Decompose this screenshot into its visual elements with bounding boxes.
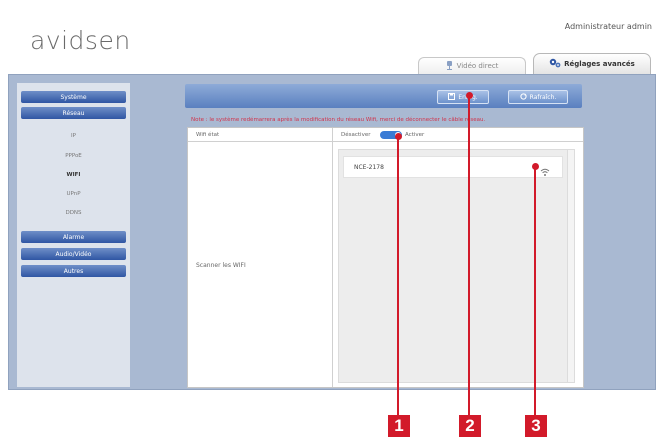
wifi-disable-option[interactable]: Désactiver xyxy=(341,132,370,138)
tab-label: Vidéo direct xyxy=(456,62,499,70)
sidebar-subitem-pppoe[interactable]: PPPoE xyxy=(17,153,130,159)
marker-1-badge: 1 xyxy=(388,415,410,437)
wifi-settings-panel: Wifi état Désactiver Activer Scanner les… xyxy=(187,127,584,388)
wifi-status-label: Wifi état xyxy=(196,132,220,138)
sidebar-subitem-ddns[interactable]: DDNS xyxy=(17,210,130,216)
tab-advanced-settings[interactable]: Réglages avancés xyxy=(533,53,651,74)
wifi-scan-label: Scanner les WIFI xyxy=(196,262,246,269)
gear-icon xyxy=(549,58,561,70)
brand-logo: avidsen xyxy=(30,26,131,55)
marker-3-badge: 3 xyxy=(525,415,547,437)
wifi-network-list: NCE-2178 xyxy=(338,149,575,383)
sidebar: Système Réseau IP PPPoE WIFI UPnP DDNS A… xyxy=(17,83,130,387)
marker-2-badge: 2 xyxy=(459,415,481,437)
tab-label: Réglages avancés xyxy=(564,60,635,68)
sidebar-item-network[interactable]: Réseau xyxy=(21,107,126,119)
list-scrollbar[interactable] xyxy=(567,150,574,382)
wifi-network-ssid: NCE-2178 xyxy=(354,164,384,171)
camera-icon xyxy=(446,60,453,72)
refresh-icon xyxy=(520,92,527,102)
marker-2-line xyxy=(468,96,470,416)
column-divider xyxy=(332,128,333,387)
user-label[interactable]: Administrateur admin xyxy=(565,22,652,31)
save-button[interactable]: Enreg. xyxy=(437,90,489,104)
sidebar-item-other[interactable]: Autres xyxy=(21,265,126,277)
marker-3-line xyxy=(534,167,536,416)
sidebar-subitem-wifi[interactable]: WIFI xyxy=(17,172,130,178)
wifi-signal-icon xyxy=(540,162,550,181)
sidebar-subitem-ip[interactable]: IP xyxy=(17,133,130,139)
save-icon xyxy=(448,92,456,102)
marker-1-line xyxy=(397,137,399,416)
sidebar-item-audio-video[interactable]: Audio/Vidéo xyxy=(21,248,126,260)
wifi-network-item[interactable]: NCE-2178 xyxy=(343,156,563,178)
tab-live-video[interactable]: Vidéo direct xyxy=(418,57,526,74)
sidebar-subitem-upnp[interactable]: UPnP xyxy=(17,191,130,197)
refresh-button[interactable]: Rafraîch. xyxy=(508,90,568,104)
wifi-notice: Note : le système redémarrera après la m… xyxy=(191,117,486,123)
sidebar-item-system[interactable]: Système xyxy=(21,91,126,103)
sidebar-item-alarm[interactable]: Alarme xyxy=(21,231,126,243)
refresh-label: Rafraîch. xyxy=(529,93,557,101)
wifi-enable-option[interactable]: Activer xyxy=(405,132,424,138)
